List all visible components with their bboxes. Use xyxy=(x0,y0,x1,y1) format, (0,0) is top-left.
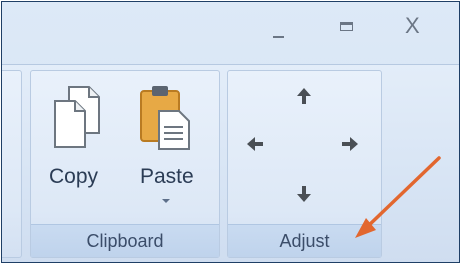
callout-arrow xyxy=(355,156,441,238)
